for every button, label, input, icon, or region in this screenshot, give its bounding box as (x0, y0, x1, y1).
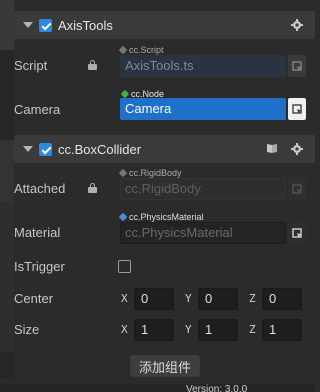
axistools-title: AxisTools (58, 17, 113, 33)
boxcollider-header[interactable]: cc.BoxCollider (14, 135, 315, 163)
pick-icon (291, 60, 302, 71)
lock-icon (88, 183, 97, 193)
pick-icon (291, 227, 302, 238)
pick-icon (291, 103, 302, 114)
axistools-enabled-checkbox[interactable] (39, 18, 52, 32)
node-icon (120, 89, 130, 99)
camera-pick-button[interactable] (288, 98, 306, 120)
center-x-input[interactable]: 0 (134, 288, 174, 310)
pick-icon (291, 183, 302, 194)
istrigger-checkbox[interactable] (118, 260, 131, 273)
size-z-input[interactable]: 1 (262, 319, 302, 341)
center-label: Center (14, 291, 54, 306)
boxcollider-title: cc.BoxCollider (58, 141, 142, 157)
left-edge-mid (0, 140, 14, 202)
size-label: Size (14, 322, 40, 337)
collapse-arrow-icon[interactable] (23, 146, 33, 152)
script-pick-button[interactable] (288, 55, 306, 77)
center-y-label: Y (185, 292, 192, 305)
size-x-label: X (121, 323, 128, 336)
material-type-tag: cc.PhysicsMaterial (118, 212, 204, 222)
attached-type-tag: cc.RigidBody (118, 168, 182, 178)
center-y-input[interactable]: 0 (198, 288, 238, 310)
material-pick-button[interactable] (288, 222, 306, 244)
material-field[interactable]: cc.PhysicsMaterial (120, 222, 286, 244)
script-type-tag: cc.Script (118, 45, 164, 55)
book-icon[interactable] (266, 143, 278, 157)
boxcollider-enabled-checkbox[interactable] (39, 142, 52, 156)
center-z-label: Z (249, 292, 256, 305)
camera-label: Camera (14, 102, 61, 117)
script-label: Script (14, 58, 48, 73)
size-z-label: Z (249, 323, 256, 336)
collapse-arrow-icon[interactable] (23, 22, 33, 28)
asset-icon (118, 212, 128, 222)
camera-field[interactable]: Camera (120, 98, 286, 120)
lock-icon (88, 60, 97, 70)
material-label: Material (14, 225, 61, 240)
left-edge-top (0, 0, 14, 50)
attached-field: cc.RigidBody (120, 178, 286, 200)
add-component-button[interactable]: 添加组件 (130, 355, 200, 377)
type-icon (118, 45, 128, 55)
gear-icon[interactable] (291, 143, 303, 158)
left-edge-low (0, 202, 14, 352)
istrigger-label: IsTrigger (14, 259, 65, 274)
status-bar (0, 384, 315, 392)
size-y-input[interactable]: 1 (198, 319, 238, 341)
axistools-header[interactable]: AxisTools (14, 11, 315, 39)
version-text: Version: 3.0.0 (186, 384, 248, 392)
script-field: AxisTools.ts (120, 55, 286, 77)
size-y-label: Y (185, 323, 192, 336)
gear-icon[interactable] (291, 19, 303, 34)
component-icon (118, 168, 128, 178)
attached-pick-button (288, 178, 306, 200)
center-x-label: X (121, 292, 128, 305)
center-z-input[interactable]: 0 (262, 288, 302, 310)
attached-label: Attached (14, 181, 66, 196)
size-x-input[interactable]: 1 (134, 319, 174, 341)
